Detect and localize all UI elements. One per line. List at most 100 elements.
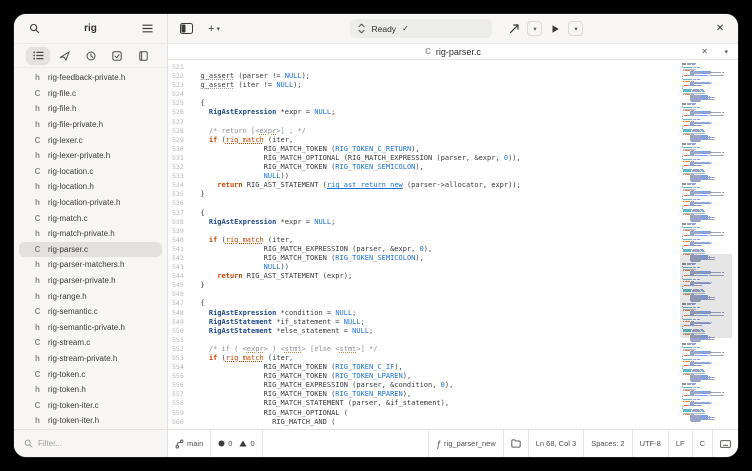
omnibar[interactable]: Ready ✓	[350, 19, 493, 38]
file-item[interactable]: Crig-lexer.c	[19, 132, 162, 148]
code-line[interactable]	[192, 336, 738, 345]
code-line[interactable]: RigAstExpression *expr = NULL;	[192, 108, 738, 117]
file-item[interactable]: h rig-file-private.h	[19, 117, 162, 133]
filter-input[interactable]: Filter...	[38, 439, 62, 448]
file-item[interactable]: h rig-feedback-private.h	[19, 70, 162, 86]
code-line[interactable]: /* return [<expr>] ; */	[192, 127, 738, 136]
file-item[interactable]: Crig-match.c	[19, 210, 162, 226]
run-options-dropdown[interactable]: ▾	[568, 21, 584, 36]
indentation-setting[interactable]: Spaces: 2	[584, 430, 631, 457]
file-item[interactable]: Crig-location.c	[19, 164, 162, 180]
file-item[interactable]: h rig-location.h	[19, 179, 162, 195]
code-line[interactable]: {	[192, 209, 738, 218]
diagnostics-indicator[interactable]: 0 0	[211, 430, 261, 457]
file-item[interactable]: Crig-token-iter.c	[19, 397, 162, 413]
build-button[interactable]	[504, 19, 524, 39]
code-line[interactable]: RIG_MATCH_OPTIONAL (RIG_MATCH_EXPRESSION…	[192, 154, 738, 163]
code-line[interactable]	[192, 290, 738, 299]
code-line[interactable]: NULL))	[192, 263, 738, 272]
file-item[interactable]: h rig-parser-private.h	[19, 273, 162, 289]
code-line[interactable]: {	[192, 299, 738, 308]
code-line[interactable]: RIG_MATCH_TOKEN (RIG_TOKEN_C_IF),	[192, 363, 738, 372]
current-symbol[interactable]: ƒ rig_parser_new	[429, 430, 503, 457]
code-line[interactable]: RigAstExpression *expr = NULL;	[192, 218, 738, 227]
code-line[interactable]: RigAstStatement *if_statement = NULL;	[192, 318, 738, 327]
project-files-button[interactable]	[504, 430, 528, 457]
language-setting[interactable]: C	[693, 430, 712, 457]
code-line[interactable]: if (rig_match (iter,	[192, 354, 738, 363]
file-item[interactable]: Crig-stream.c	[19, 335, 162, 351]
list-icon	[32, 51, 44, 60]
code-line[interactable]	[192, 63, 738, 72]
cursor-position[interactable]: Ln 68, Col 3	[529, 430, 583, 457]
code-line[interactable]: /* if ( <expr> ) <stmt> [else <stmt>] */	[192, 345, 738, 354]
code-line[interactable]: {	[192, 99, 738, 108]
code-line[interactable]: RIG_MATCH_AND (	[192, 418, 738, 427]
code-line[interactable]	[192, 90, 738, 99]
sidebar-tab-todo[interactable]	[105, 47, 129, 65]
sidebar-tab-notes[interactable]	[131, 47, 155, 65]
code-line[interactable]: g_assert (iter != NULL);	[192, 81, 738, 90]
code-line[interactable]: RigAstExpression *condition = NULL;	[192, 309, 738, 318]
code-line[interactable]	[192, 227, 738, 236]
code-line[interactable]: if (rig_match (iter,	[192, 136, 738, 145]
toggle-panel-button[interactable]	[176, 19, 196, 39]
code-line[interactable]: return RIG_AST_STATEMENT (expr);	[192, 272, 738, 281]
file-item[interactable]: h rig-file.h	[19, 101, 162, 117]
file-item[interactable]: h rig-lexer-private.h	[19, 148, 162, 164]
search-button[interactable]	[24, 19, 44, 39]
run-button[interactable]	[545, 19, 565, 39]
sidebar-tab-history[interactable]	[79, 47, 103, 65]
code-line[interactable]: RIG_MATCH_TOKEN (RIG_TOKEN_SEMICOLON),	[192, 254, 738, 263]
file-item[interactable]: h rig-location-private.h	[19, 195, 162, 211]
code-line[interactable]: RIG_MATCH_EXPRESSION (parser, &condition…	[192, 381, 738, 390]
new-tab-button[interactable]: + ▾	[204, 19, 224, 39]
code-line[interactable]: RigAstStatement *else_statement = NULL;	[192, 327, 738, 336]
tab-close-button[interactable]: ✕	[701, 47, 708, 56]
file-item[interactable]: h rig-semantic-private.h	[19, 320, 162, 336]
code-line[interactable]: RIG_MATCH_OPTIONAL (	[192, 409, 738, 418]
sidebar-tab-symbols[interactable]	[52, 47, 76, 65]
file-item[interactable]: h rig-match-private.h	[19, 226, 162, 242]
code-line[interactable]	[192, 118, 738, 127]
file-item[interactable]: Crig-token.c	[19, 366, 162, 382]
editor-column: C rig-parser.c ✕ ▾ 521 522 523 524 525 526 527…	[168, 44, 738, 429]
code-line[interactable]: g_assert (parser != NULL);	[192, 72, 738, 81]
tab-list-dropdown[interactable]: ▾	[724, 48, 728, 56]
code-line[interactable]: RIG_MATCH_EXPRESSION (parser, &expr, 0),	[192, 245, 738, 254]
file-item[interactable]: h rig-stream-private.h	[19, 351, 162, 367]
code-line[interactable]: RIG_MATCH_TOKEN (RIG_TOKEN_RPAREN),	[192, 390, 738, 399]
code-line[interactable]: RIG_MATCH_TOKEN (RIG_TOKEN_C_RETURN),	[192, 145, 738, 154]
code-line[interactable]: RIG_MATCH_TOKEN (RIG_TOKEN_LPAREN),	[192, 372, 738, 381]
file-item[interactable]: h rig-token-iter.h	[19, 413, 162, 429]
code-line[interactable]: return RIG_AST_STATEMENT (rig_ast_return…	[192, 181, 738, 190]
filter-box[interactable]: Filter...	[14, 430, 168, 457]
window-close-button[interactable]: ✕	[710, 23, 730, 34]
build-options-dropdown[interactable]: ▾	[527, 21, 543, 36]
file-item[interactable]: Crig-file.c	[19, 86, 162, 102]
file-item[interactable]: Crig-parser.c	[19, 241, 162, 258]
code-line[interactable]: if (rig_match (iter,	[192, 236, 738, 245]
c-file-icon: C	[34, 135, 41, 145]
code-line[interactable]	[192, 199, 738, 208]
project-title: rig	[84, 23, 97, 34]
menu-button[interactable]	[137, 19, 157, 39]
code-line[interactable]: NULL))	[192, 172, 738, 181]
code-editor[interactable]: 521 522 523 524 525 526 527 528 529 530 531 532 533 5…	[168, 60, 738, 429]
line-ending-setting[interactable]: LF	[669, 430, 692, 457]
file-item[interactable]: h rig-token.h	[19, 382, 162, 398]
file-item[interactable]: h rig-range.h	[19, 288, 162, 304]
file-item[interactable]: h rig-parser-matchers.h	[19, 257, 162, 273]
keyboard-button[interactable]	[713, 430, 738, 457]
minimap-viewport[interactable]	[680, 254, 732, 338]
minimap[interactable]	[680, 62, 732, 425]
code-line[interactable]: }	[192, 190, 738, 199]
encoding-setting[interactable]: UTF-8	[633, 430, 668, 457]
code-line[interactable]: RIG_MATCH_STATEMENT (parser, &if_stateme…	[192, 399, 738, 408]
code-line[interactable]: }	[192, 281, 738, 290]
sidebar-tab-files[interactable]	[26, 46, 50, 65]
tabbar[interactable]: C rig-parser.c ✕ ▾	[168, 44, 738, 60]
code-line[interactable]: RIG_MATCH_TOKEN (RIG_TOKEN_SEMICOLON),	[192, 163, 738, 172]
file-item[interactable]: Crig-semantic.c	[19, 304, 162, 320]
branch-indicator[interactable]: main	[168, 430, 210, 457]
